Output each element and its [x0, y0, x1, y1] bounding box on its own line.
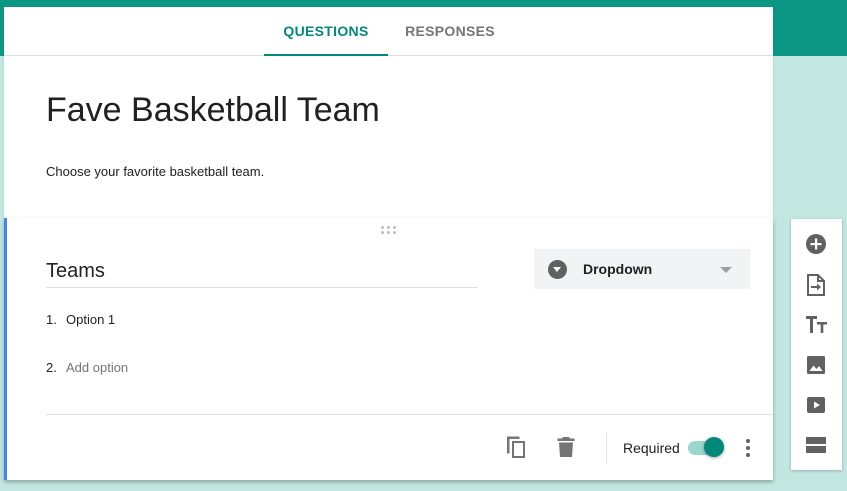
chevron-down-icon — [720, 267, 732, 273]
add-option-number: 2. — [46, 360, 57, 375]
more-vert-icon[interactable] — [738, 436, 758, 460]
add-section-icon[interactable] — [803, 432, 829, 458]
form-header-card: QUESTIONS RESPONSES Fave Basketball Team… — [4, 7, 773, 218]
add-option-item[interactable]: 2. Add option — [46, 360, 128, 375]
duplicate-icon[interactable] — [504, 434, 530, 460]
add-video-icon[interactable] — [803, 392, 829, 418]
dropdown-type-icon — [548, 260, 567, 279]
option-label: Option 1 — [66, 312, 116, 327]
side-toolbar — [791, 219, 842, 470]
footer-divider — [46, 414, 773, 415]
tab-bar: QUESTIONS RESPONSES — [4, 7, 773, 56]
footer-separator — [606, 432, 607, 464]
add-title-icon[interactable] — [803, 312, 829, 338]
tab-questions[interactable]: QUESTIONS — [264, 7, 388, 56]
active-tab-indicator — [264, 54, 388, 56]
required-label: Required — [623, 440, 680, 456]
form-title[interactable]: Fave Basketball Team — [46, 91, 380, 130]
tab-responses[interactable]: RESPONSES — [388, 7, 512, 55]
delete-icon[interactable] — [554, 435, 578, 459]
question-card[interactable]: Teams Dropdown 1. Option 1 2. Add option R… — [4, 218, 773, 480]
drag-handle-icon[interactable] — [381, 226, 399, 236]
tab-questions-label: QUESTIONS — [283, 23, 369, 39]
question-title-underline — [46, 287, 478, 288]
toggle-knob — [704, 437, 724, 457]
question-title-input[interactable]: Teams — [46, 260, 105, 283]
form-description[interactable]: Choose your favorite basketball team. — [46, 164, 264, 179]
question-type-dropdown[interactable]: Dropdown — [534, 249, 750, 289]
add-option-placeholder: Add option — [66, 360, 129, 375]
tab-responses-label: RESPONSES — [405, 23, 495, 39]
add-image-icon[interactable] — [803, 352, 829, 378]
active-card-indicator — [4, 218, 7, 480]
required-toggle[interactable] — [688, 436, 726, 460]
import-questions-icon[interactable] — [803, 272, 829, 298]
question-type-label: Dropdown — [583, 261, 653, 277]
option-item[interactable]: 1. Option 1 — [46, 312, 115, 327]
add-question-icon[interactable] — [803, 231, 829, 257]
option-number: 1. — [46, 312, 57, 327]
